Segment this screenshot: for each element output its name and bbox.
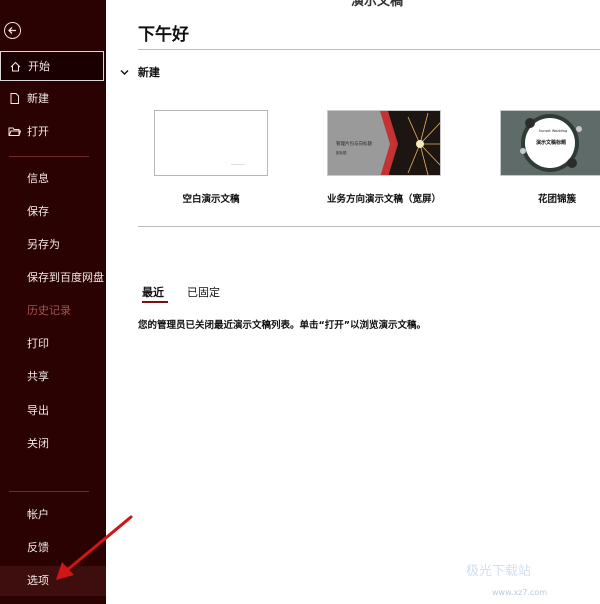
thumb-mark	[231, 164, 245, 165]
window-title: 演示文稿	[351, 0, 404, 9]
sidebar-item-label: 信息	[27, 172, 49, 185]
tab-recent[interactable]: 最近	[142, 284, 164, 300]
sidebar-item-account[interactable]: 帐户	[0, 500, 106, 530]
sidebar-item-label: 保存到百度网盘	[27, 271, 104, 284]
sidebar-item-label: 关闭	[27, 437, 49, 450]
sidebar-item-label: 打开	[27, 125, 49, 138]
sidebar-item-new[interactable]: 新建	[0, 84, 106, 114]
sidebar-item-label: 历史记录	[27, 304, 71, 317]
chevron-down-icon	[120, 66, 134, 79]
thumb-title: 管理片包与向标题	[336, 142, 372, 147]
sidebar-divider	[9, 156, 89, 157]
watermark-text: 极光下载站	[466, 564, 532, 579]
sidebar-item-save[interactable]: 保存	[0, 197, 106, 227]
sidebar-item-label: 反馈	[27, 541, 49, 554]
sidebar-divider	[9, 491, 89, 492]
tab-pinned[interactable]: 已固定	[187, 284, 220, 300]
sidebar-item-close[interactable]: 关闭	[0, 429, 106, 459]
section-title: 新建	[137, 66, 160, 79]
sidebar-item-label: 另存为	[27, 238, 60, 251]
sidebar-item-info[interactable]: 信息	[0, 164, 106, 194]
greeting-heading: 下午好	[138, 25, 189, 45]
sidebar-item-label: 新建	[27, 92, 49, 105]
sidebar-item-label: 开始	[28, 60, 50, 73]
template-flowers-thumbnail[interactable]: Sunset Wedding 演示文稿标题	[500, 110, 600, 176]
sidebar-item-label: 帐户	[27, 508, 49, 521]
template-business-thumbnail[interactable]: 管理片包与向标题 副标题	[327, 110, 441, 176]
sidebar-item-history: 历史记录	[0, 296, 106, 326]
home-icon	[10, 61, 21, 72]
thumb-main-title: 演示文稿标题	[535, 140, 566, 146]
new-section-toggle[interactable]: 新建	[120, 64, 160, 80]
thumb-subtitle: 副标题	[336, 151, 347, 155]
sidebar-item-label: 打印	[27, 337, 49, 350]
sidebar-item-home[interactable]: 开始	[0, 51, 104, 81]
template-flowers-label[interactable]: 花团锦簇	[477, 191, 600, 205]
watermark-url: www.xz7.com	[492, 588, 548, 597]
sidebar-item-label: 选项	[27, 574, 49, 587]
template-blank-label[interactable]: 空白演示文稿	[131, 191, 291, 205]
sidebar-item-print[interactable]: 打印	[0, 329, 106, 359]
template-blank-thumbnail[interactable]	[154, 110, 268, 176]
divider	[138, 226, 600, 227]
sidebar-item-feedback[interactable]: 反馈	[0, 533, 106, 563]
sidebar-item-options[interactable]: 选项	[0, 566, 106, 596]
active-tab-indicator	[142, 301, 168, 303]
new-file-icon	[10, 93, 19, 104]
thumb-small-title: Sunset Wedding	[538, 129, 568, 133]
sidebar-item-share[interactable]: 共享	[0, 362, 106, 392]
sidebar-item-label: 保存	[27, 205, 49, 218]
sidebar-item-save-as[interactable]: 另存为	[0, 230, 106, 260]
folder-open-icon	[8, 127, 21, 136]
sidebar-item-save-to-baidu[interactable]: 保存到百度网盘	[0, 263, 106, 293]
sidebar-item-label: 导出	[27, 404, 49, 417]
sidebar-item-export[interactable]: 导出	[0, 396, 106, 426]
template-business-label[interactable]: 业务方向演示文稿（宽屏）	[304, 191, 464, 205]
back-arrow-icon[interactable]	[4, 22, 21, 39]
recent-disabled-message: 您的管理员已关闭最近演示文稿列表。单击“打开”以浏览演示文稿。	[138, 320, 426, 331]
backstage-main: 演示文稿 下午好 新建 空白演示文稿 管理片包与向标题 副标题 业务方向演示文稿…	[106, 0, 600, 604]
backstage-sidebar: 开始 新建 打开 信息 保存 另存为 保存到百度网盘 历史记录 打印 共享 导出…	[0, 0, 106, 604]
divider	[138, 49, 600, 50]
sidebar-item-open[interactable]: 打开	[0, 117, 106, 147]
sidebar-item-label: 共享	[27, 370, 49, 383]
